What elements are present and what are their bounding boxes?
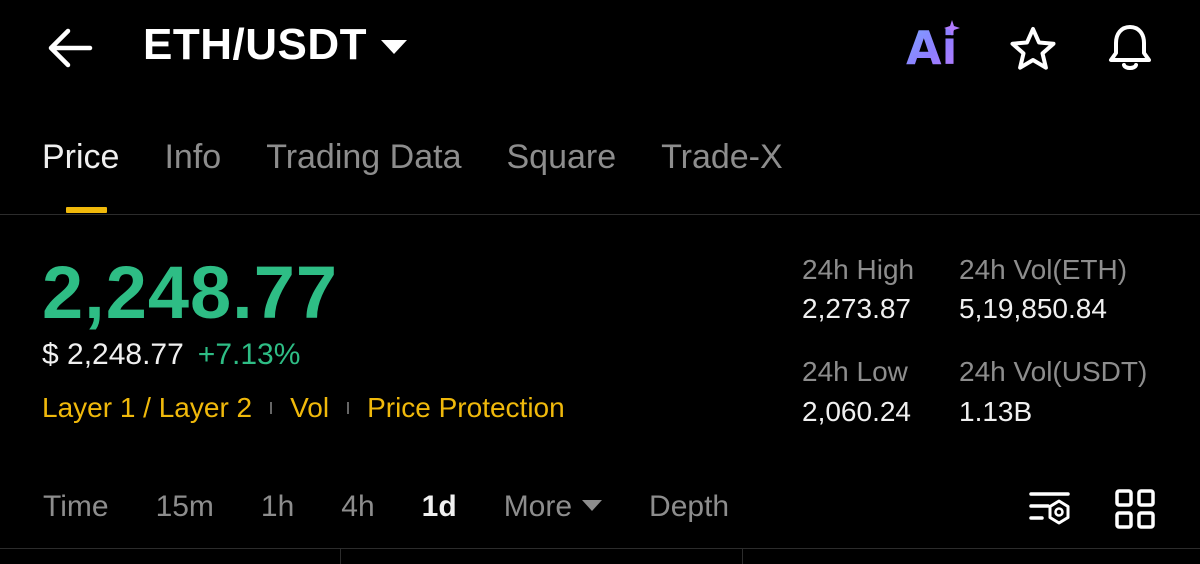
tag-price-protection[interactable]: Price Protection [367,392,565,424]
bell-icon[interactable] [1104,22,1156,74]
stat-low-value: 2,060.24 [802,396,911,427]
back-arrow-icon[interactable] [44,24,96,72]
last-price: 2,248.77 [42,251,339,334]
tag-separator [270,402,273,414]
chart-top-divider [0,548,1200,549]
interval-more[interactable]: More [503,490,603,524]
tabs-divider [0,214,1200,215]
tab-price[interactable]: Price [42,138,119,177]
active-tab-indicator [66,207,107,213]
tab-info[interactable]: Info [164,138,221,177]
tag-layer1-layer2[interactable]: Layer 1 / Layer 2 [42,392,252,424]
interval-1d[interactable]: 1d [422,490,457,524]
stat-low-label: 24h Low [802,356,908,387]
stat-vol-base-label: 24h Vol(ETH) [959,254,1128,285]
interval-1h[interactable]: 1h [261,490,294,524]
grid-layout-icon[interactable] [1114,488,1156,530]
tab-trading-data[interactable]: Trading Data [266,138,461,177]
chart-grid-line [742,548,743,564]
interval-4h[interactable]: 4h [341,490,374,524]
stat-vol-quote-value: 1.13B [959,396,1033,427]
tags-row: Layer 1 / Layer 2 Vol Price Protection [42,392,565,424]
star-icon[interactable] [1008,24,1058,74]
stat-high-value: 2,273.87 [802,293,911,324]
chart-interval-bar: Time 15m 1h 4h 1d More Depth [43,490,776,524]
tab-square[interactable]: Square [506,138,616,177]
sparkle-icon [944,20,960,36]
coin-detail-screen: ETH/USDT Ai Price Info Trading Data Squa… [0,0,1200,564]
chart-grid-line [340,548,341,564]
interval-time[interactable]: Time [43,490,109,524]
interval-15m[interactable]: 15m [156,490,214,524]
stat-vol-base-value: 5,19,850.84 [959,293,1107,324]
interval-more-label: More [503,490,573,523]
main-tabs: Price Info Trading Data Square Trade-X [42,138,828,177]
stat-vol-quote-label: 24h Vol(USDT) [959,356,1148,387]
caret-down-icon [381,40,407,54]
tab-trade-x[interactable]: Trade-X [661,138,783,177]
tag-separator [347,402,350,414]
tag-vol[interactable]: Vol [290,392,329,424]
indicator-settings-icon[interactable] [1028,488,1072,528]
stat-high-label: 24h High [802,254,915,285]
caret-down-icon [582,499,603,511]
price-change-percent: +7.13% [197,338,301,371]
interval-depth[interactable]: Depth [649,490,729,524]
pair-selector[interactable]: ETH/USDT [143,20,407,70]
fiat-price-row: $ 2,248.77 +7.13% [42,338,300,372]
fiat-price: $ 2,248.77 [42,338,184,371]
pair-name: ETH/USDT [143,20,367,69]
